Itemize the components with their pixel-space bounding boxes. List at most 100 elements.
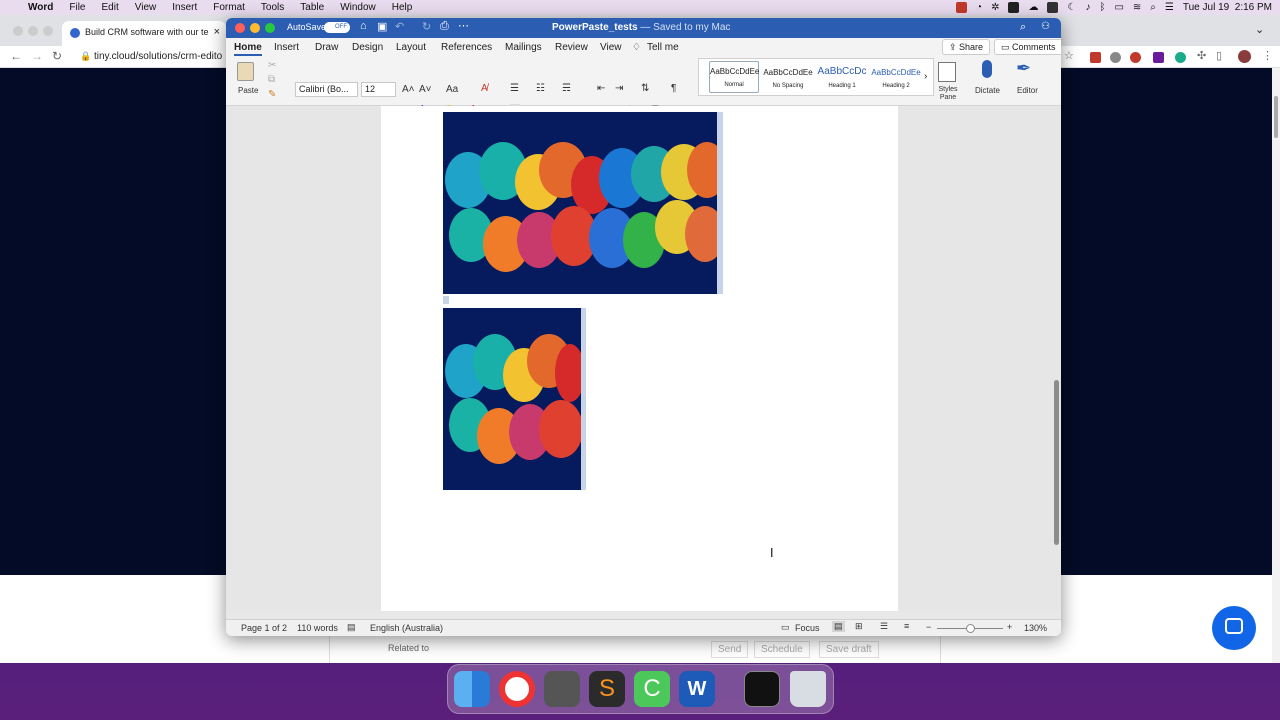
print-icon[interactable]: ⎙ xyxy=(440,20,449,33)
word-close-icon[interactable] xyxy=(235,23,245,33)
microphone-icon[interactable] xyxy=(982,60,992,78)
camtasia-icon[interactable]: C xyxy=(634,671,670,707)
font-size-dropdown[interactable]: 12 xyxy=(361,82,396,97)
avatar[interactable] xyxy=(1238,50,1251,63)
control-center-icon[interactable]: ☰ xyxy=(1165,2,1174,13)
chrome-scrollbar[interactable] xyxy=(1272,68,1280,663)
tab-crm[interactable]: Build CRM software with our te × xyxy=(62,21,226,46)
more-icon[interactable]: ⋯ xyxy=(458,19,469,32)
tab-home[interactable]: Home xyxy=(234,42,262,56)
proofing-icon[interactable]: ▤ xyxy=(347,622,356,633)
menu-tools[interactable]: Tools xyxy=(253,2,292,13)
font-name-dropdown[interactable]: Calibri (Bo... xyxy=(295,82,358,97)
increase-font-icon[interactable]: A˄ xyxy=(402,84,415,95)
finder-icon[interactable] xyxy=(454,671,490,707)
status-app-icon[interactable] xyxy=(956,2,968,13)
style-heading-2[interactable]: AaBbCcDdEe Heading 2 xyxy=(871,63,921,93)
page-count[interactable]: Page 1 of 2 xyxy=(241,623,287,633)
tableplus-icon[interactable] xyxy=(544,671,580,707)
minimize-window-icon[interactable] xyxy=(28,26,38,36)
menubar-app-icon[interactable] xyxy=(1008,2,1020,13)
chrome-scroll-thumb[interactable] xyxy=(1274,96,1278,138)
increase-indent-icon[interactable]: ⇥ xyxy=(615,83,623,94)
extension-5-icon[interactable] xyxy=(1175,52,1186,63)
forward-icon[interactable]: → xyxy=(31,49,43,63)
balloon-image-2[interactable] xyxy=(443,308,581,490)
close-window-icon[interactable] xyxy=(13,26,23,36)
volume-icon[interactable]: ♪ xyxy=(1085,2,1090,13)
word-zoom-icon[interactable] xyxy=(265,23,275,33)
back-icon[interactable]: ← xyxy=(10,49,22,63)
word-scroll-thumb[interactable] xyxy=(1054,380,1059,545)
word-dock-icon[interactable]: W xyxy=(679,671,715,707)
paste-button[interactable]: Paste xyxy=(238,86,258,95)
tab-mailings[interactable]: Mailings xyxy=(505,42,542,53)
cloud-icon[interactable]: ☁ xyxy=(1028,2,1038,13)
menubar-app2-icon[interactable] xyxy=(1047,2,1059,13)
editor-icon[interactable]: ✒ xyxy=(1016,58,1031,79)
redo-icon[interactable]: ↻ xyxy=(422,20,431,33)
bookmark-star-icon[interactable]: ☆ xyxy=(1064,49,1074,62)
focus-icon[interactable]: ▭ xyxy=(781,622,790,633)
draft-icon[interactable]: ≡ xyxy=(904,621,909,631)
web-layout-icon[interactable]: ⊞ xyxy=(855,621,863,632)
menu-table[interactable]: Table xyxy=(292,2,332,13)
send-button[interactable]: Send xyxy=(711,641,749,658)
cut-icon[interactable]: ✂ xyxy=(268,60,276,71)
autosave-toggle[interactable]: OFF xyxy=(324,22,350,33)
tab-references[interactable]: References xyxy=(441,42,492,53)
clock-icon[interactable]: ◔ xyxy=(976,2,982,13)
puzzle-icon[interactable]: ✣ xyxy=(1197,49,1206,62)
chrome-icon[interactable] xyxy=(499,671,535,707)
bluetooth-icon[interactable]: ᛒ xyxy=(1099,2,1105,13)
moon-icon[interactable]: ☾ xyxy=(1067,2,1076,13)
zoom-out-button[interactable]: − xyxy=(926,622,931,632)
balloon-image-1[interactable] xyxy=(443,112,717,294)
word-minimize-icon[interactable] xyxy=(250,23,260,33)
styles-more-icon[interactable]: › xyxy=(924,71,927,82)
paste-icon[interactable] xyxy=(237,62,254,81)
change-case-icon[interactable]: Aa xyxy=(446,84,458,95)
sort-icon[interactable]: ⇅ xyxy=(641,83,649,94)
sidebar-icon[interactable]: ▯ xyxy=(1216,49,1222,62)
tell-me-search[interactable]: Tell me xyxy=(647,42,679,53)
wifi-icon[interactable]: ≋ xyxy=(1133,2,1141,13)
decrease-indent-icon[interactable]: ⇤ xyxy=(597,83,605,94)
style-no-spacing[interactable]: AaBbCcDdEe No Spacing xyxy=(763,63,813,93)
save-draft-button[interactable]: Save draft xyxy=(819,641,879,658)
battery-icon[interactable]: ▭ xyxy=(1114,2,1123,13)
tab-insert[interactable]: Insert xyxy=(274,42,299,53)
clear-format-icon[interactable]: A̸ xyxy=(481,83,488,94)
menu-window[interactable]: Window xyxy=(332,2,384,13)
undo-icon[interactable]: ↶ xyxy=(395,20,404,33)
tab-review[interactable]: Review xyxy=(555,42,588,53)
menu-edit[interactable]: Edit xyxy=(94,2,127,13)
editor-button[interactable]: Editor xyxy=(1017,86,1038,95)
word-scrollbar[interactable] xyxy=(1052,106,1061,611)
trash-icon[interactable] xyxy=(790,671,826,707)
tab-close-icon[interactable]: × xyxy=(214,26,220,38)
menu-app-word[interactable]: Word xyxy=(20,2,61,13)
focus-button[interactable]: Focus xyxy=(795,623,820,633)
format-painter-icon[interactable]: ✎ xyxy=(268,89,276,100)
collaborate-icon[interactable]: ⚇ xyxy=(1041,21,1050,32)
home-icon[interactable]: ⌂ xyxy=(360,20,367,32)
extension-4-icon[interactable] xyxy=(1153,52,1164,63)
menu-file[interactable]: File xyxy=(61,2,93,13)
lock-icon[interactable]: 🔒 xyxy=(80,51,91,62)
datetime[interactable]: Tue Jul 19 2:16 PM xyxy=(1183,2,1272,13)
menu-format[interactable]: Format xyxy=(205,2,253,13)
screen-recorder-icon[interactable] xyxy=(744,671,780,707)
help-chat-button[interactable] xyxy=(1212,606,1256,650)
extension-3-icon[interactable] xyxy=(1130,52,1141,63)
word-search-icon[interactable]: ⌕ xyxy=(1020,21,1026,34)
show-formatting-icon[interactable]: ¶ xyxy=(671,83,676,94)
document-page[interactable]: Ⅰ xyxy=(381,106,898,611)
chevron-down-icon[interactable]: ⌄ xyxy=(1255,23,1264,36)
menu-help[interactable]: Help xyxy=(384,2,421,13)
search-icon[interactable]: ⌕ xyxy=(1150,2,1156,13)
share-button[interactable]: ⇪ Share xyxy=(942,39,991,55)
settings-icon[interactable]: ✲ xyxy=(991,2,999,13)
sublime-text-icon[interactable]: S xyxy=(589,671,625,707)
style-heading-1[interactable]: AaBbCcDc Heading 1 xyxy=(817,63,867,93)
